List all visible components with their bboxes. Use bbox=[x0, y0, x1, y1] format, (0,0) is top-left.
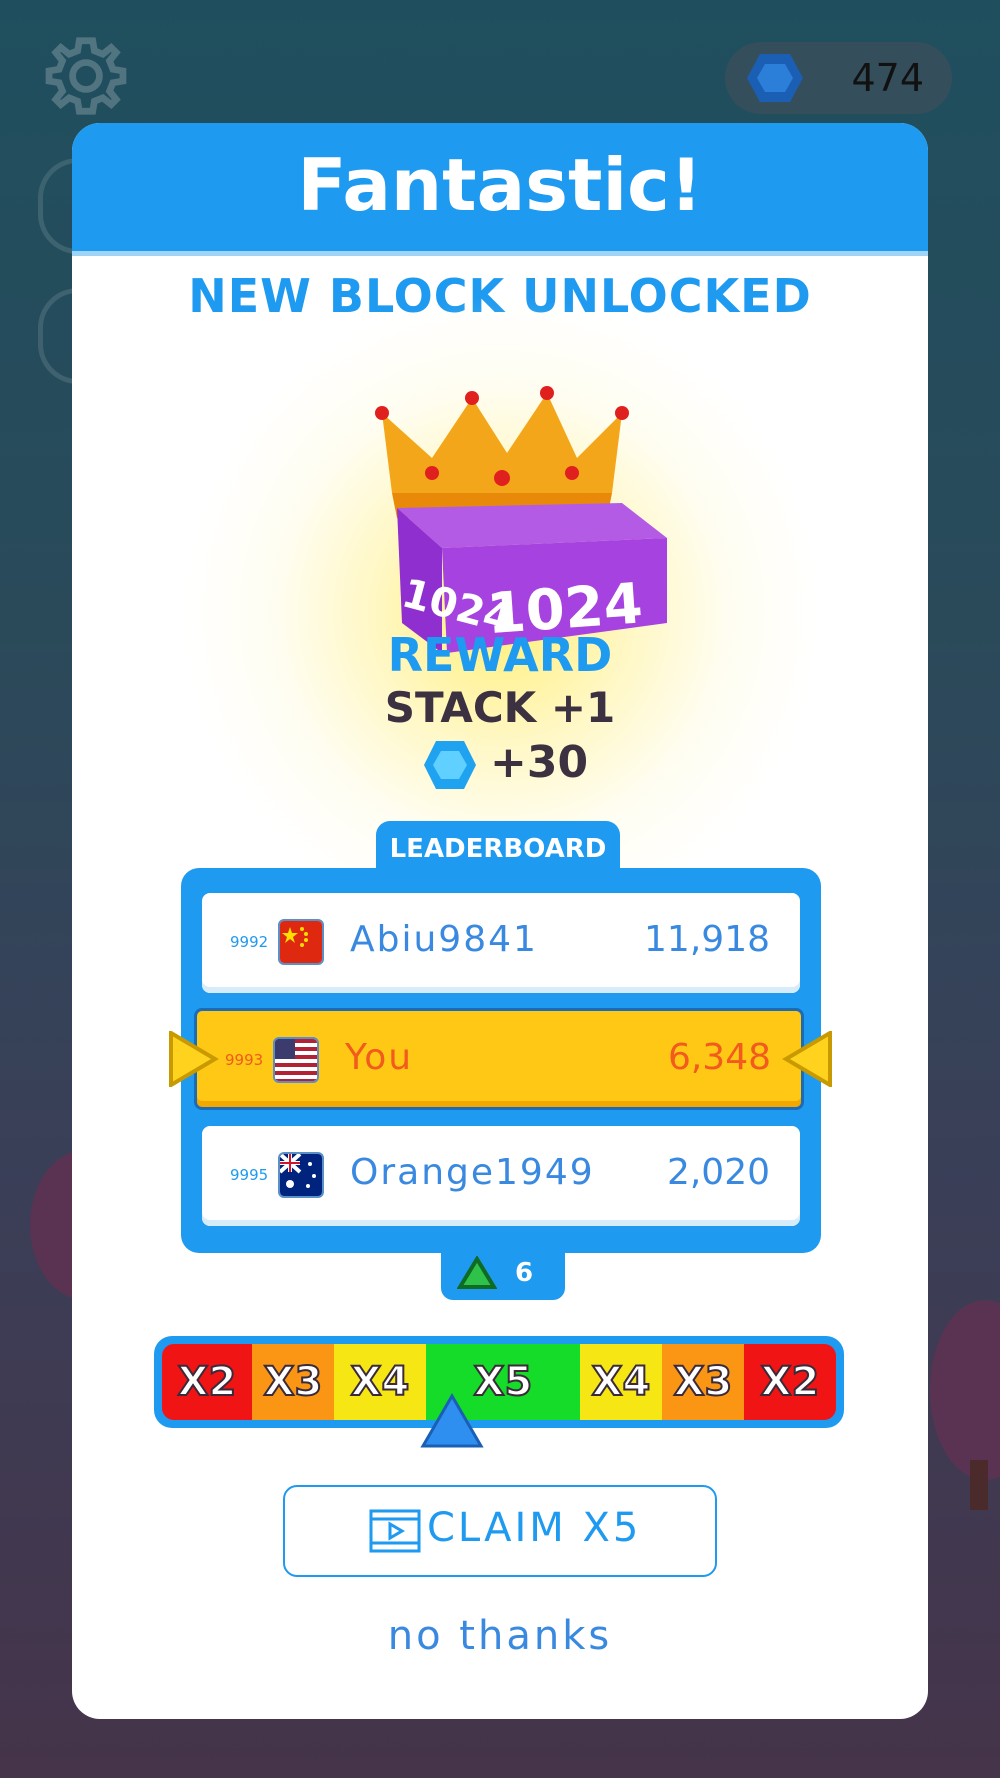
gem-icon bbox=[424, 741, 476, 789]
australia-flag-icon bbox=[278, 1152, 324, 1198]
reward-stack: STACK +1 bbox=[384, 683, 616, 732]
multiplier-segment: X2 bbox=[162, 1344, 252, 1420]
claim-button-label: CLAIM X5 bbox=[427, 1505, 642, 1551]
reward-title: REWARD bbox=[387, 628, 613, 682]
reward-gem-amount: +30 bbox=[490, 737, 589, 788]
reward-popup: Fantastic! NEW BLOCK UNLOCKED 1024 1024 … bbox=[72, 123, 928, 1719]
multiplier-segment: X4 bbox=[334, 1344, 426, 1420]
leaderboard-score: 6,348 bbox=[667, 1037, 771, 1078]
background-tree-trunk bbox=[970, 1460, 988, 1510]
leaderboard-row-current-player: 9993 You 6,348 bbox=[194, 1008, 804, 1110]
multiplier-segment: X3 bbox=[662, 1344, 744, 1420]
leaderboard-rank: 9995 bbox=[230, 1166, 269, 1184]
video-ad-icon bbox=[369, 1509, 421, 1553]
leaderboard-name: Abiu9841 bbox=[350, 919, 538, 960]
gem-icon bbox=[747, 54, 803, 102]
leaderboard-row: 9995 Orange1949 2,020 bbox=[202, 1126, 800, 1226]
china-flag-icon bbox=[278, 919, 324, 965]
arrow-left-marker-icon bbox=[782, 1031, 832, 1087]
no-thanks-link[interactable]: no thanks bbox=[72, 1613, 928, 1659]
multiplier-bar: X2 X3 X4 X5 X4 X3 X2 bbox=[154, 1336, 844, 1428]
leaderboard-score: 11,918 bbox=[644, 919, 770, 960]
reward-gems: +30 bbox=[422, 735, 622, 795]
leaderboard-rank: 9993 bbox=[225, 1051, 264, 1069]
leaderboard-row: 9992 Abiu9841 11,918 bbox=[202, 893, 800, 993]
multiplier-pointer-icon bbox=[420, 1393, 484, 1448]
usa-flag-icon bbox=[273, 1037, 319, 1083]
popup-title: Fantastic! bbox=[297, 143, 703, 227]
multiplier-segment: X3 bbox=[252, 1344, 334, 1420]
leaderboard-name: You bbox=[345, 1037, 414, 1078]
claim-x5-button[interactable]: CLAIM X5 bbox=[283, 1485, 717, 1577]
rank-up-icon bbox=[457, 1256, 497, 1289]
multiplier-segments: X2 X3 X4 X5 X4 X3 X2 bbox=[162, 1344, 836, 1420]
rank-change-value: 6 bbox=[515, 1258, 534, 1288]
rank-change-badge: 6 bbox=[441, 1248, 565, 1300]
gem-count: 474 bbox=[851, 56, 924, 100]
multiplier-segment: X4 bbox=[580, 1344, 662, 1420]
crown-icon bbox=[375, 386, 629, 518]
leaderboard-name: Orange1949 bbox=[350, 1152, 595, 1193]
leaderboard-score: 2,020 bbox=[666, 1152, 770, 1193]
leaderboard-rank: 9992 bbox=[230, 933, 269, 951]
gear-icon[interactable] bbox=[44, 34, 128, 118]
multiplier-segment: X2 bbox=[744, 1344, 836, 1420]
arrow-right-marker-icon bbox=[169, 1031, 219, 1087]
popup-header: Fantastic! bbox=[72, 123, 928, 256]
background-tree-right bbox=[930, 1300, 1000, 1480]
gem-counter: 474 bbox=[725, 42, 952, 114]
